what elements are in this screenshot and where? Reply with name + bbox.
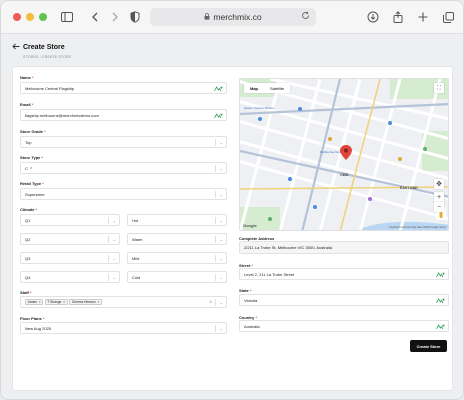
retail-type-select[interactable]: Superstore ⌄ bbox=[20, 188, 227, 200]
store-type-select[interactable]: C ✕ ⌄ bbox=[20, 162, 227, 174]
map-label: EAST END bbox=[400, 186, 418, 190]
map-canvas[interactable]: CBD EAST END Melbourne Central Queen Vic… bbox=[240, 79, 449, 231]
name-label: Name * bbox=[20, 75, 34, 80]
close-window-button[interactable] bbox=[13, 13, 21, 21]
forward-icon[interactable] bbox=[107, 9, 123, 25]
chevron-down-icon: ⌄ bbox=[112, 237, 116, 242]
remove-chip-icon[interactable]: ✕ bbox=[97, 300, 100, 304]
climate-quarter-select[interactable]: Q1 ⌄ bbox=[20, 214, 120, 226]
staff-multiselect[interactable]: James ✕ T Strange ✕ Gemma Hewson ✕ ✕ ⌄ bbox=[20, 296, 227, 308]
climate-value-select[interactable]: Warm ⌄ bbox=[127, 233, 227, 245]
shield-icon[interactable] bbox=[127, 9, 143, 25]
chevron-down-icon: ⌄ bbox=[219, 218, 223, 223]
store-location-map[interactable]: CBD EAST END Melbourne Central Queen Vic… bbox=[239, 78, 449, 231]
tab-satellite[interactable]: Satellite bbox=[264, 83, 290, 93]
share-icon[interactable] bbox=[390, 9, 406, 25]
lock-icon bbox=[204, 12, 210, 22]
climate-label: Climate * bbox=[20, 207, 38, 212]
fullscreen-icon[interactable]: ⛶ bbox=[434, 83, 444, 93]
retail-type-label: Retail Type * bbox=[20, 181, 44, 186]
state-input[interactable]: Victoria bbox=[239, 294, 449, 306]
climate-value-select[interactable]: Cold ⌄ bbox=[127, 271, 227, 283]
create-store-form: Name * Melbourne Central Flagship Email … bbox=[12, 66, 453, 391]
google-logo: Google bbox=[243, 223, 257, 228]
back-arrow-icon[interactable] bbox=[12, 43, 20, 52]
chevron-down-icon: ⌄ bbox=[112, 275, 116, 280]
email-label: Email * bbox=[20, 102, 34, 107]
chevron-down-icon: ⌄ bbox=[219, 326, 223, 331]
tab-map[interactable]: Map bbox=[244, 83, 264, 93]
url-text: merchmix.co bbox=[213, 12, 262, 22]
download-icon[interactable] bbox=[365, 9, 381, 25]
zoom-in-button[interactable]: + bbox=[434, 192, 444, 202]
chevron-down-icon: ⌄ bbox=[219, 237, 223, 242]
autofill-icon bbox=[436, 271, 445, 277]
country-input[interactable]: Australia bbox=[239, 320, 449, 332]
chevron-down-icon: ⌄ bbox=[219, 192, 223, 197]
map-label: CBD bbox=[340, 172, 349, 177]
complete-address-input[interactable]: 2/211 La Trobe St, Melbourne VIC 3000, A… bbox=[239, 241, 449, 254]
chevron-down-icon: ⌄ bbox=[219, 300, 223, 305]
store-type-label: Store Type * bbox=[20, 155, 44, 160]
camera-control-icon[interactable]: ✥ bbox=[434, 179, 444, 189]
map-attribution[interactable]: Keyboard shortcuts Map data ©2025 Google… bbox=[389, 226, 446, 229]
store-grade-label: Store Grade * bbox=[20, 129, 46, 134]
zoom-out-button[interactable]: − bbox=[434, 202, 444, 212]
remove-chip-icon[interactable]: ✕ bbox=[38, 300, 41, 304]
chevron-down-icon: ⌄ bbox=[219, 140, 223, 145]
autofill-icon bbox=[214, 112, 223, 118]
climate-quarter-select[interactable]: Q2 ⌄ bbox=[20, 233, 120, 245]
chevron-down-icon: ⌄ bbox=[112, 256, 116, 261]
page-title: Create Store bbox=[23, 44, 65, 51]
floor-plans-select[interactable]: New Aug 2025 ⌄ bbox=[20, 322, 227, 334]
chevron-down-icon: ⌄ bbox=[219, 256, 223, 261]
clear-icon[interactable]: ✕ bbox=[30, 166, 33, 170]
chevron-down-icon: ⌄ bbox=[219, 166, 223, 171]
state-label: State * bbox=[239, 288, 252, 293]
autofill-icon bbox=[436, 297, 445, 303]
climate-quarter-select[interactable]: Q3 ⌄ bbox=[20, 252, 120, 264]
staff-chip[interactable]: T Strange ✕ bbox=[44, 299, 68, 305]
floor-plans-label: Floor Plans * bbox=[20, 316, 45, 321]
create-store-button[interactable]: Create Store bbox=[410, 340, 447, 352]
store-grade-select[interactable]: Top ⌄ bbox=[20, 136, 227, 148]
email-input[interactable]: flagship.melbourne@merchmixdemo.com bbox=[20, 109, 227, 121]
breadcrumb[interactable]: STORES / CREATE STORE bbox=[23, 55, 71, 59]
maximize-window-button[interactable] bbox=[39, 13, 47, 21]
sidebar-toggle-icon[interactable] bbox=[59, 9, 75, 25]
tab-overview-icon[interactable] bbox=[440, 9, 456, 25]
autofill-icon bbox=[214, 85, 223, 91]
address-bar[interactable]: merchmix.co bbox=[150, 8, 316, 26]
street-input[interactable]: Level 2, 211 La Trobe Street bbox=[239, 268, 449, 280]
browser-toolbar: merchmix.co bbox=[1, 1, 463, 34]
reload-icon[interactable] bbox=[301, 11, 310, 22]
chevron-down-icon: ⌄ bbox=[219, 275, 223, 280]
back-icon[interactable] bbox=[87, 9, 103, 25]
remove-chip-icon[interactable]: ✕ bbox=[63, 300, 66, 304]
climate-value-select[interactable]: Mild ⌄ bbox=[127, 252, 227, 264]
climate-value-select[interactable]: Hot ⌄ bbox=[127, 214, 227, 226]
map-label: Queen Victoria Market bbox=[244, 106, 274, 110]
new-tab-icon[interactable] bbox=[415, 9, 431, 25]
name-input[interactable]: Melbourne Central Flagship bbox=[20, 82, 227, 94]
map-type-tabs: Map Satellite bbox=[244, 83, 291, 93]
staff-chip[interactable]: Gemma Hewson ✕ bbox=[69, 299, 103, 305]
autofill-icon bbox=[436, 323, 445, 329]
chevron-down-icon: ⌄ bbox=[112, 218, 116, 223]
staff-chip[interactable]: James ✕ bbox=[25, 299, 44, 305]
minimize-window-button[interactable] bbox=[26, 13, 34, 21]
clear-all-icon[interactable]: ✕ bbox=[209, 300, 212, 304]
climate-quarter-select[interactable]: Q4 ⌄ bbox=[20, 271, 120, 283]
browser-window: merchmix.co Create Store STORES / CREATE… bbox=[0, 0, 464, 400]
staff-label: Staff * bbox=[20, 290, 32, 295]
